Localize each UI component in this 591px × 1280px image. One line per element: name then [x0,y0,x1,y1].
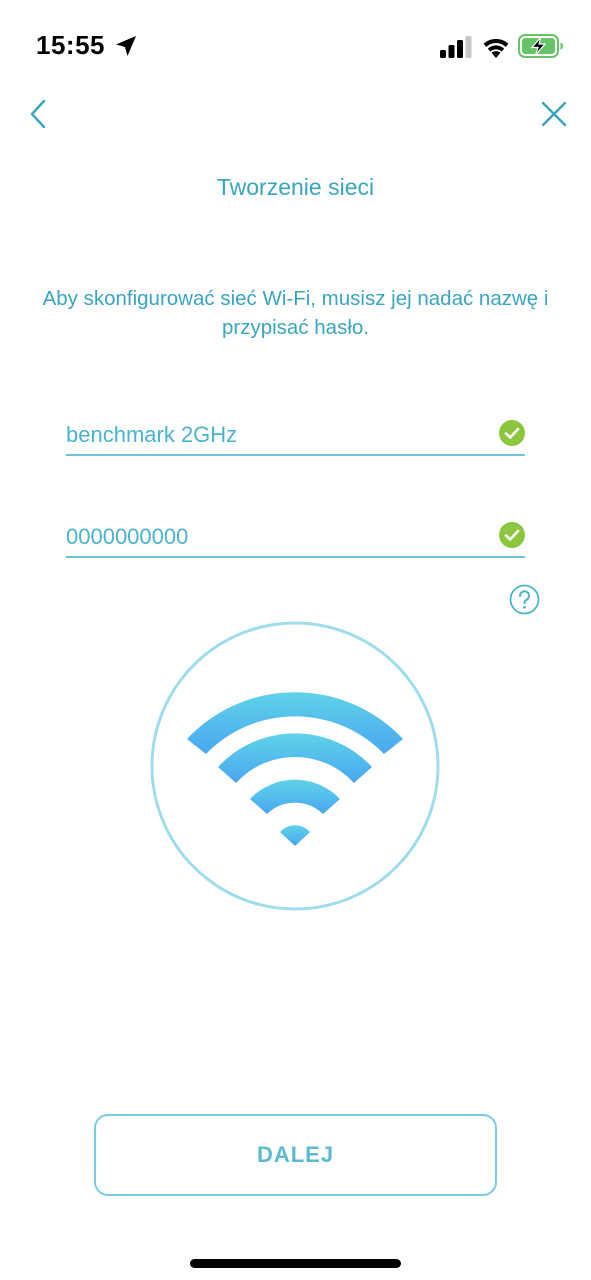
ssid-input[interactable] [66,418,486,452]
ssid-field [66,412,525,456]
cellular-signal-icon [440,36,472,58]
status-time: 15:55 [36,30,105,60]
wifi-icon [483,38,509,58]
wifi-illustration [150,621,440,911]
page-title: Tworzenie sieci [216,174,375,200]
status-bar: 15:55 [0,0,591,95]
home-indicator[interactable] [190,1259,401,1268]
setup-description: Aby skonfigurować sieć Wi-Fi, musisz jej… [42,287,549,339]
password-field [66,514,525,558]
password-input[interactable] [66,520,486,554]
check-circle-icon [499,420,525,446]
back-button[interactable] [22,96,54,132]
battery-charging-icon [518,34,563,58]
location-arrow-icon [116,36,136,56]
check-circle-icon [499,522,525,548]
close-button[interactable] [538,98,570,130]
next-button[interactable]: DALEJ [94,1114,497,1196]
question-circle-icon[interactable] [509,584,540,615]
